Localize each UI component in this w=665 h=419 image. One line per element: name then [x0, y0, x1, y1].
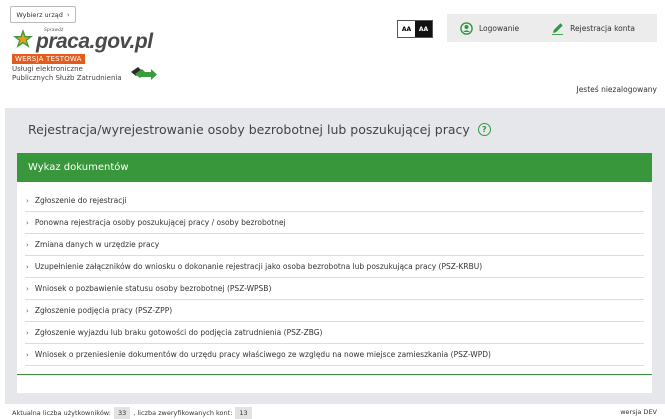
- document-item[interactable]: › Wniosek o przeniesienie dokumentów do u…: [25, 344, 644, 366]
- psz-flag-icon: [131, 67, 157, 80]
- card-divider: [17, 374, 652, 375]
- logo-subtitle-line2: Publicznych Służb Zatrudnienia: [12, 73, 122, 82]
- users-count: 33: [113, 407, 131, 419]
- version-text: wersja DEV: [620, 408, 657, 416]
- test-version-badge: WERSJA TESTOWA: [12, 54, 85, 64]
- document-link[interactable]: Uzupełnienie załączników do wniosku o do…: [35, 262, 482, 271]
- chevron-right-icon: ›: [26, 240, 29, 249]
- main-panel: Rejestracja/wyrejestrowanie osoby bezrob…: [5, 108, 665, 404]
- contrast-switch: AA AA: [397, 20, 433, 38]
- chevron-right-icon: ›: [66, 10, 70, 19]
- document-item[interactable]: › Wniosek o pozbawienie statusu osoby bez…: [25, 278, 644, 300]
- logo-subtitle-line1: Usługi elektroniczne: [12, 65, 83, 73]
- auth-bar: Logowanie Rejestracja konta: [447, 14, 657, 42]
- chevron-right-icon: ›: [26, 284, 29, 293]
- document-link[interactable]: Zgłoszenie wyjazdu lub braku gotowości d…: [35, 328, 323, 337]
- document-link[interactable]: Zgłoszenie do rejestracji: [35, 196, 127, 205]
- footer: Aktualna liczba użytkowników: 33 , liczb…: [0, 405, 665, 419]
- verified-label: , liczba zweryfikowanych kont:: [133, 409, 233, 417]
- brand-name: praca.gov.pl: [36, 30, 153, 53]
- document-item[interactable]: › Zgłoszenie wyjazdu lub braku gotowości …: [25, 322, 644, 344]
- documents-list: › Zgłoszenie do rejestracji › Ponowna reje…: [25, 182, 644, 366]
- page-title-text: Rejestracja/wyrejestrowanie osoby bezrob…: [28, 122, 470, 137]
- select-office-label: Wybierz urząd: [16, 10, 63, 19]
- chevron-right-icon: ›: [26, 262, 29, 271]
- high-contrast-button[interactable]: AA: [415, 21, 432, 37]
- document-item[interactable]: › Zmiana danych w urzędzie pracy: [25, 234, 644, 256]
- login-label: Logowanie: [479, 23, 520, 33]
- logo-subtitle: Usługi elektroniczne Publicznych Służb Z…: [12, 65, 122, 82]
- chevron-right-icon: ›: [26, 218, 29, 227]
- pencil-icon: [552, 22, 564, 35]
- login-button[interactable]: Logowanie: [460, 21, 520, 35]
- register-label: Rejestracja konta: [570, 23, 636, 33]
- documents-header: Wykaz dokumentów: [17, 153, 652, 182]
- site-logo[interactable]: Sprawdź praca.gov.pl WERSJA TESTOWA Usłu…: [12, 26, 172, 86]
- user-icon: [460, 21, 473, 35]
- document-link[interactable]: Wniosek o pozbawienie statusu osoby bezr…: [35, 284, 272, 293]
- user-status-text: Jesteś niezalogowany: [576, 85, 657, 94]
- footer-stats: Aktualna liczba użytkowników: 33 , liczb…: [12, 407, 252, 419]
- document-item[interactable]: › Ponowna rejestracja osoby poszukującej …: [25, 212, 644, 234]
- document-item[interactable]: › Uzupełnienie załączników do wniosku o d…: [25, 256, 644, 278]
- chevron-right-icon: ›: [26, 328, 29, 337]
- document-item[interactable]: › Zgłoszenie podjęcia pracy (PSZ-ZPP): [25, 300, 644, 322]
- document-link[interactable]: Ponowna rejestracja osoby poszukującej p…: [35, 218, 286, 227]
- documents-card: Wykaz dokumentów › Zgłoszenie do rejestra…: [17, 153, 652, 393]
- chevron-right-icon: ›: [26, 196, 29, 205]
- normal-contrast-button[interactable]: AA: [398, 21, 415, 37]
- chevron-right-icon: ›: [26, 306, 29, 315]
- select-office-button[interactable]: Wybierz urząd ›: [10, 6, 76, 23]
- document-link[interactable]: Wniosek o przeniesienie dokumentów do ur…: [35, 350, 491, 359]
- document-item[interactable]: › Zgłoszenie do rejestracji: [25, 190, 644, 212]
- star-logo-icon: [13, 29, 33, 48]
- verified-count: 13: [235, 407, 252, 419]
- page-title: Rejestracja/wyrejestrowanie osoby bezrob…: [28, 122, 491, 137]
- document-link[interactable]: Zgłoszenie podjęcia pracy (PSZ-ZPP): [35, 306, 172, 315]
- help-icon[interactable]: ?: [477, 123, 491, 136]
- chevron-right-icon: ›: [26, 350, 29, 359]
- register-button[interactable]: Rejestracja konta: [551, 22, 635, 35]
- document-link[interactable]: Zmiana danych w urzędzie pracy: [35, 240, 159, 249]
- users-label: Aktualna liczba użytkowników:: [12, 409, 111, 417]
